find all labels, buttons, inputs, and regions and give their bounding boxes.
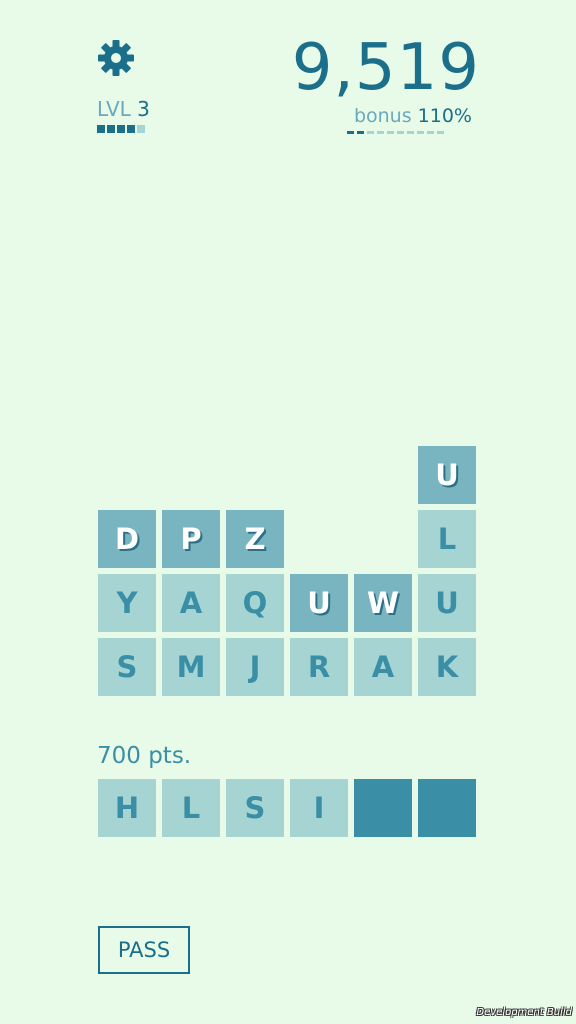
word-letter-tile[interactable]: L [162, 779, 220, 837]
letter-tile[interactable]: P [162, 510, 220, 568]
level-label: LVL [97, 97, 131, 121]
bonus-progress-segment [357, 131, 364, 134]
letter-tile[interactable]: D [98, 510, 156, 568]
word-letter-tile[interactable]: H [98, 779, 156, 837]
level-progress-segment [107, 125, 115, 133]
letter-tile[interactable]: U [418, 446, 476, 504]
letter-tile[interactable]: K [418, 638, 476, 696]
bonus-label: bonus [353, 105, 412, 127]
letter-tile[interactable]: Z [226, 510, 284, 568]
level-progress-segment [137, 125, 145, 133]
letter-tile[interactable]: S [98, 638, 156, 696]
letter-tile[interactable]: A [354, 638, 412, 696]
settings-gear-icon[interactable] [96, 38, 136, 78]
bonus-progress-segment [427, 131, 434, 134]
letter-tile[interactable]: A [162, 574, 220, 632]
score: 9,519 [291, 31, 480, 105]
letter-tile[interactable]: U [418, 574, 476, 632]
bonus-progress-bar [347, 131, 444, 134]
bonus-progress-segment [367, 131, 374, 134]
level-progress-segment [97, 125, 105, 133]
letter-tile[interactable]: M [162, 638, 220, 696]
empty-word-slot[interactable] [354, 779, 412, 837]
letter-tile[interactable]: W [354, 574, 412, 632]
bonus-indicator: bonus 110% [354, 104, 472, 128]
development-build-label: Development Build [476, 1007, 572, 1018]
empty-word-slot[interactable] [418, 779, 476, 837]
level-progress-segment [117, 125, 125, 133]
letter-tile[interactable]: Y [98, 574, 156, 632]
level-progress-bar [97, 125, 145, 133]
bonus-progress-segment [347, 131, 354, 134]
letter-tile[interactable]: R [290, 638, 348, 696]
word-letter-tile[interactable]: I [290, 779, 348, 837]
bonus-progress-segment [377, 131, 384, 134]
letter-tile[interactable]: U [290, 574, 348, 632]
bonus-value: 110% [417, 105, 472, 127]
level-indicator: LVL 3 [97, 97, 150, 121]
bonus-progress-segment [397, 131, 404, 134]
level-progress-segment [127, 125, 135, 133]
letter-tile[interactable]: J [226, 638, 284, 696]
pass-button[interactable]: PASS [98, 926, 190, 974]
word-letter-tile[interactable]: S [226, 779, 284, 837]
bonus-progress-segment [407, 131, 414, 134]
level-value: 3 [137, 97, 150, 121]
letter-tile[interactable]: L [418, 510, 476, 568]
bonus-progress-segment [387, 131, 394, 134]
letter-tile[interactable]: Q [226, 574, 284, 632]
bonus-progress-segment [417, 131, 424, 134]
bonus-progress-segment [437, 131, 444, 134]
word-points: 700 pts. [97, 743, 192, 769]
